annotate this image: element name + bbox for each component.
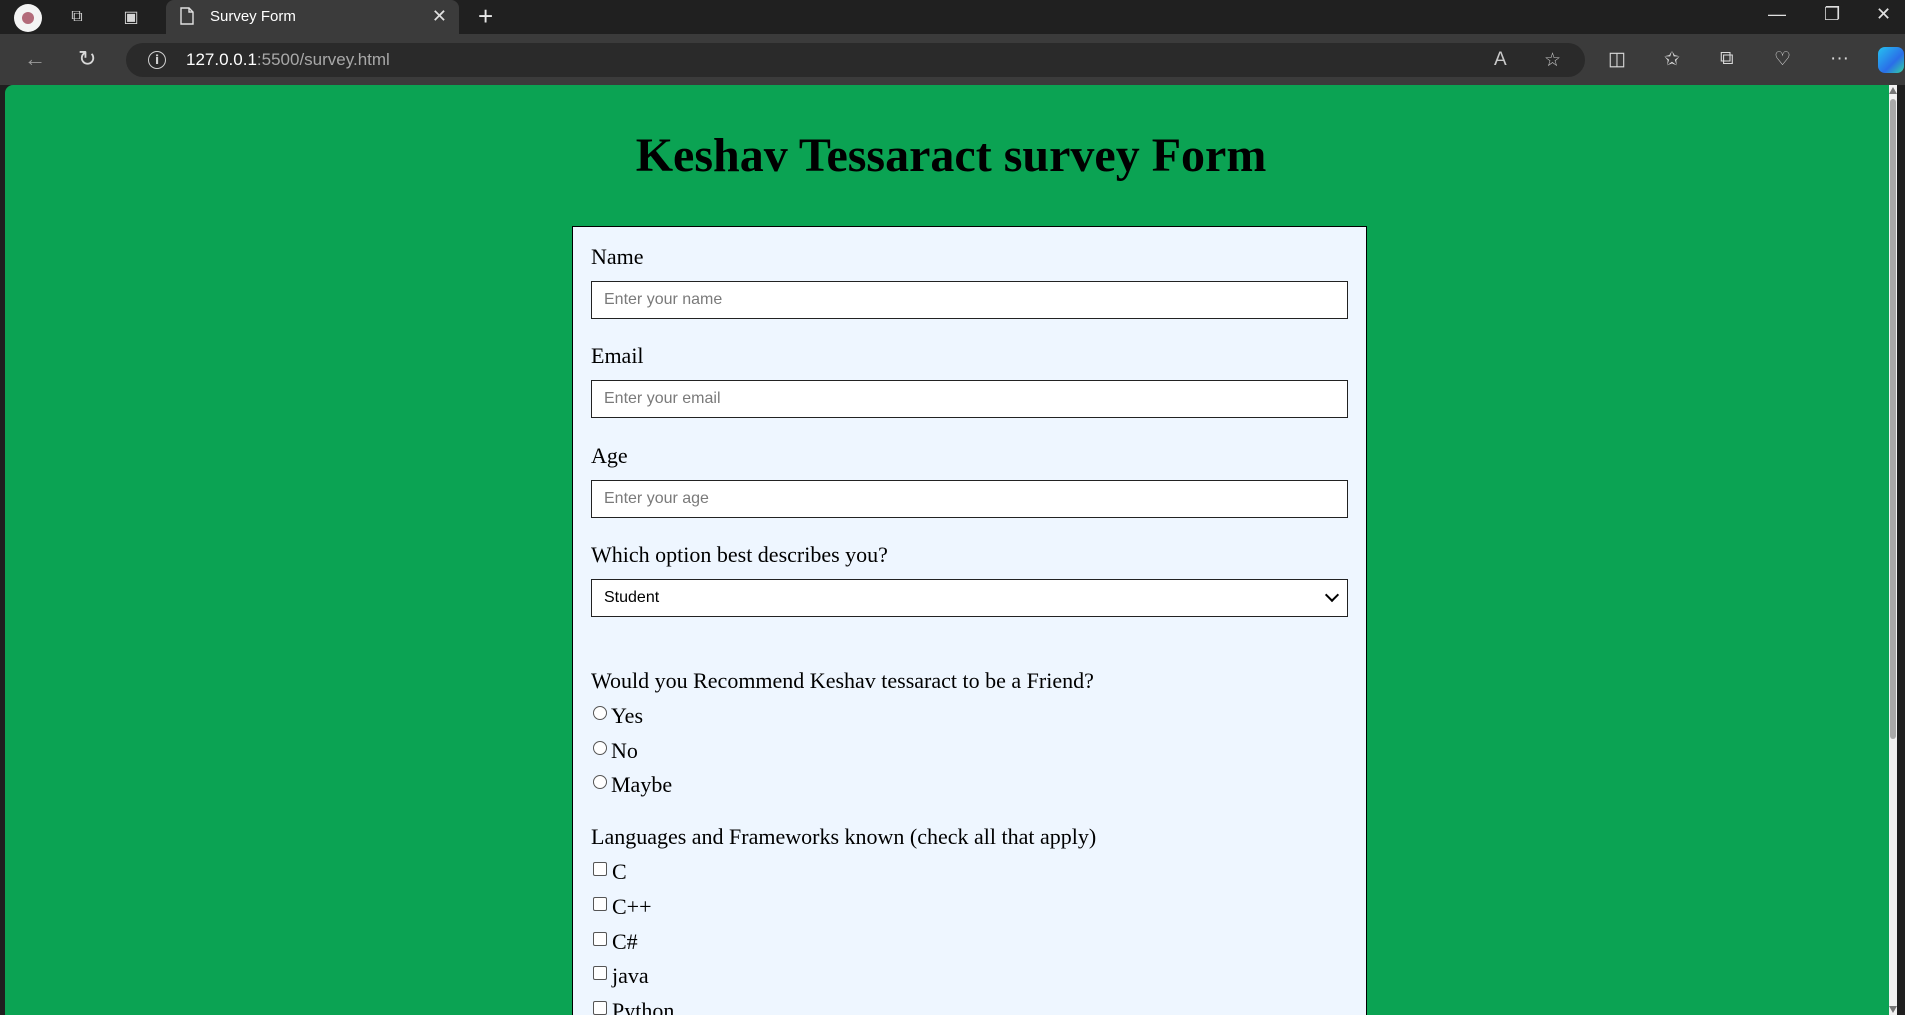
role-selected-value: Student [604,589,660,606]
back-icon[interactable]: ← [24,46,46,72]
document-icon [180,7,194,25]
avatar-image [22,12,34,24]
tab-title: Survey Form [210,8,296,25]
scrollbar-thumb[interactable] [1890,99,1896,739]
checkbox-label: C# [612,929,638,954]
url-text[interactable]: 127.0.0.1:5500/survey.html [186,50,390,70]
role-dropdown[interactable]: Student [591,579,1348,617]
checkbox-label: Python [612,998,675,1015]
checkbox[interactable] [593,932,607,946]
checkbox[interactable] [593,966,607,980]
close-tab-icon[interactable]: ✕ [432,6,447,27]
active-tab[interactable]: Survey Form ✕ [166,0,459,34]
survey-form: Name Email Age Which option best describ… [572,226,1367,1015]
url-path: :5500/survey.html [256,50,390,69]
checkbox[interactable] [593,1001,607,1015]
split-screen-icon[interactable]: ◫ [1608,48,1626,71]
browser-essentials-icon[interactable]: ♡ [1774,48,1791,71]
collections-icon[interactable]: ⧉ [1720,48,1734,70]
checkbox-option-cpp[interactable]: C++ [593,894,652,920]
tab-actions-icon[interactable]: ▣ [118,4,144,30]
name-label: Name [591,244,644,269]
url-host: 127.0.0.1 [186,50,257,69]
radio-label: No [611,738,638,763]
refresh-icon[interactable]: ↻ [78,46,96,72]
minimize-icon[interactable]: — [1768,4,1786,25]
profile-avatar[interactable] [14,4,42,32]
favorite-star-icon[interactable]: ☆ [1544,49,1561,72]
radio-option-maybe[interactable]: Maybe [593,772,672,798]
checkbox-label: C++ [612,894,652,919]
radio-option-no[interactable]: No [593,738,638,764]
checkbox-option-csharp[interactable]: C# [593,929,638,955]
checkbox[interactable] [593,897,607,911]
radio-button[interactable] [593,741,607,755]
checkbox-label: C [612,859,627,884]
radio-option-yes[interactable]: Yes [593,703,643,729]
browser-tab-strip: ⧉ ▣ Survey Form ✕ + — ❐ ✕ [0,0,1905,34]
new-tab-icon[interactable]: + [478,3,493,29]
age-input[interactable] [591,480,1348,518]
checkbox[interactable] [593,862,607,876]
role-label: Which option best describes you? [591,542,888,567]
radio-button[interactable] [593,706,607,720]
checkbox-option-java[interactable]: java [593,963,649,989]
radio-label: Maybe [611,772,673,797]
email-input[interactable] [591,380,1348,418]
radio-button[interactable] [593,775,607,789]
address-bar[interactable]: i 127.0.0.1:5500/survey.html A ☆ [126,43,1585,77]
recommend-label: Would you Recommend Keshav tessaract to … [591,668,1094,693]
name-input[interactable] [591,281,1348,319]
languages-label: Languages and Frameworks known (check al… [591,824,1097,849]
email-label: Email [591,343,644,368]
scroll-up-icon[interactable] [1889,87,1897,94]
checkbox-option-python[interactable]: Python [593,998,674,1015]
browser-toolbar: ← ↻ i 127.0.0.1:5500/survey.html A ☆ ◫ ✩… [0,34,1905,85]
checkbox-option-c[interactable]: C [593,859,627,885]
scroll-down-icon[interactable] [1889,1006,1897,1013]
workspaces-icon[interactable]: ⧉ [64,4,90,30]
more-menu-icon[interactable]: ··· [1830,48,1849,70]
copilot-icon[interactable] [1878,47,1904,73]
info-icon[interactable]: i [148,51,166,69]
age-label: Age [591,443,628,468]
radio-label: Yes [611,703,644,728]
page-viewport: Keshav Tessaract survey Form Name Email … [5,85,1897,1015]
page-scrollbar[interactable] [1889,85,1897,1015]
favorites-icon[interactable]: ✩ [1664,48,1680,71]
close-window-icon[interactable]: ✕ [1876,4,1891,25]
restore-icon[interactable]: ❐ [1824,4,1840,25]
page-title: Keshav Tessaract survey Form [635,129,1267,182]
read-aloud-icon[interactable]: A [1494,49,1507,71]
checkbox-label: java [612,963,649,988]
chevron-down-icon [1324,587,1340,603]
